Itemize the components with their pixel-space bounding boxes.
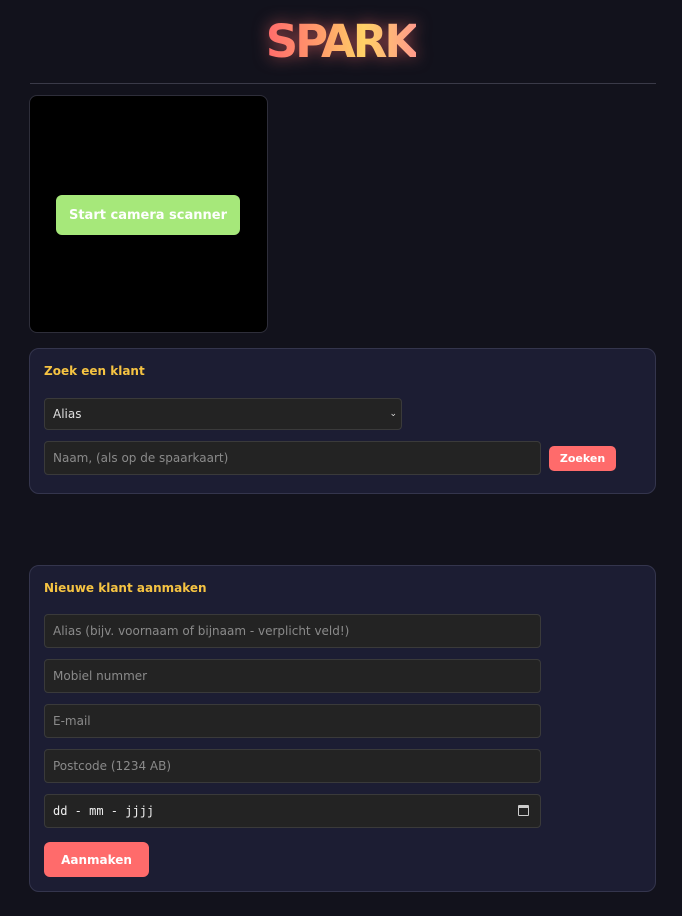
start-camera-scanner-button[interactable]: Start camera scanner bbox=[56, 195, 240, 235]
search-type-value: Alias bbox=[53, 407, 82, 421]
email-field[interactable] bbox=[44, 704, 541, 738]
app-title: SPARK bbox=[265, 15, 420, 68]
chevron-down-icon: ⌄ bbox=[389, 409, 397, 419]
page: SPARK Start camera scanner Zoek een klan… bbox=[0, 0, 682, 916]
alias-field[interactable] bbox=[44, 614, 541, 648]
name-search-input[interactable] bbox=[44, 441, 541, 475]
search-customer-card: Zoek een klant Alias ⌄ Zoeken bbox=[29, 348, 656, 494]
postcode-field[interactable] bbox=[44, 749, 541, 783]
header-divider bbox=[30, 83, 656, 84]
app-logo: SPARK bbox=[0, 14, 682, 70]
birthdate-value: dd - mm - jjjj bbox=[53, 804, 155, 818]
search-card-title: Zoek een klant bbox=[44, 364, 145, 378]
create-customer-button[interactable]: Aanmaken bbox=[44, 842, 149, 877]
birthdate-field[interactable]: dd - mm - jjjj bbox=[44, 794, 541, 828]
create-customer-card: Nieuwe klant aanmaken dd - mm - jjjj Aan… bbox=[29, 565, 656, 892]
search-button[interactable]: Zoeken bbox=[549, 446, 616, 471]
mobile-field[interactable] bbox=[44, 659, 541, 693]
search-type-select[interactable]: Alias ⌄ bbox=[44, 398, 402, 430]
camera-scanner-panel: Start camera scanner bbox=[29, 95, 268, 333]
calendar-icon[interactable] bbox=[518, 805, 529, 816]
create-card-title: Nieuwe klant aanmaken bbox=[44, 581, 207, 595]
